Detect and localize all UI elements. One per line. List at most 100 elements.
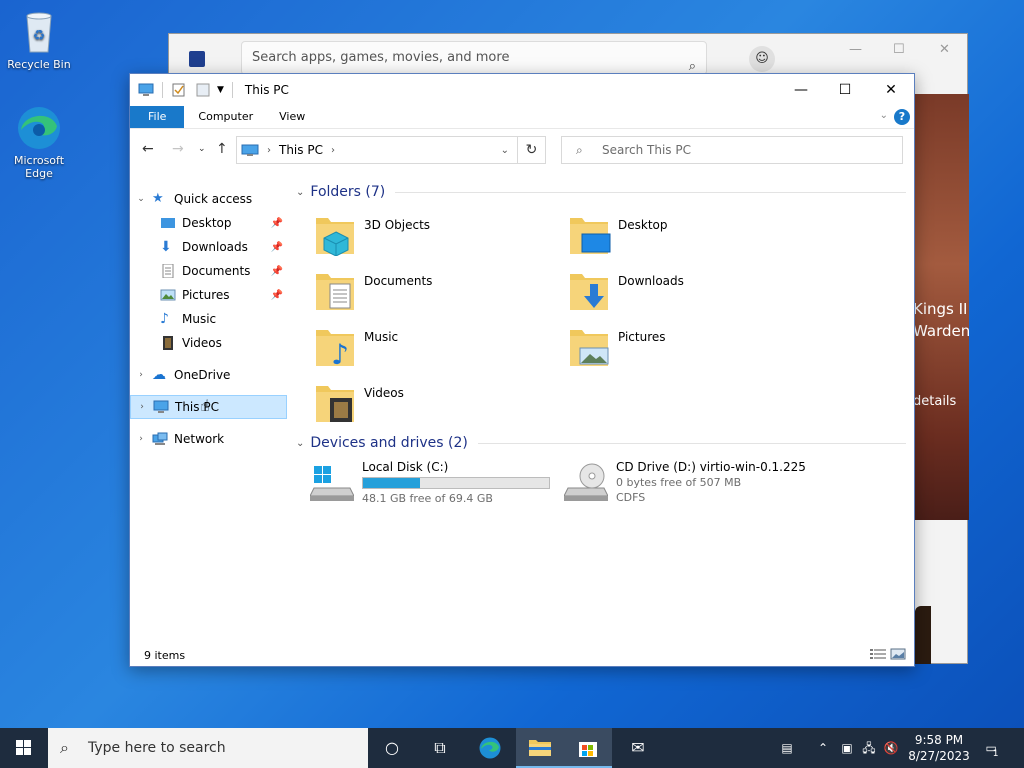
local-disk-icon [310, 466, 354, 501]
folder-item[interactable]: 3D Objects [302, 208, 542, 260]
hero-link[interactable]: details [913, 394, 956, 409]
up-icon[interactable]: ↑ [216, 141, 228, 157]
task-view-icon[interactable]: ⧉ [416, 728, 464, 768]
folder-item[interactable]: ♪ Music [302, 320, 542, 372]
cortana-icon[interactable]: ○ [368, 728, 416, 768]
folders-group-header[interactable]: ⌄ Folders (7) [296, 182, 906, 202]
store-taskbar-icon[interactable] [564, 728, 612, 768]
chevron-down-icon[interactable]: ⌄ [501, 145, 509, 156]
tab-file[interactable]: File [130, 106, 185, 128]
minimize-icon[interactable]: — [849, 42, 862, 57]
drives-group-header[interactable]: ⌄ Devices and drives (2) [296, 433, 906, 453]
minimize-button[interactable]: — [778, 74, 824, 106]
folder-item[interactable]: Pictures [556, 320, 796, 372]
tree-item-pictures[interactable]: Pictures 📌 [130, 283, 287, 307]
close-button[interactable]: ✕ [868, 74, 914, 106]
network-status-icon[interactable]: 🖧 [860, 728, 878, 768]
large-icons-view-icon[interactable] [890, 648, 906, 660]
file-explorer-window[interactable]: ▼ This PC — ☐ ✕ File Computer View ⌄ ? ←… [129, 73, 915, 667]
folder-item[interactable]: Downloads [556, 264, 796, 316]
start-button[interactable] [0, 728, 48, 768]
taskbar-search-input[interactable]: ⌕ Type here to search [48, 728, 368, 768]
search-icon: ⌕ [60, 738, 69, 757]
tree-label: This PC [175, 400, 219, 414]
title-bar: ▼ This PC — ☐ ✕ [130, 74, 914, 106]
pin-icon[interactable]: 📌 [271, 242, 283, 253]
group-label: Folders (7) [310, 184, 386, 200]
account-icon[interactable]: ☺ [749, 46, 775, 72]
pin-icon[interactable]: 📌 [271, 290, 283, 301]
tab-computer[interactable]: Computer [184, 106, 267, 128]
folder-name: Documents [364, 274, 433, 288]
tree-item-music[interactable]: ♪ Music [130, 307, 287, 331]
volume-muted-icon[interactable]: 🔇 [882, 728, 900, 768]
tree-item-downloads[interactable]: ⬇ Downloads 📌 [130, 235, 287, 259]
new-folder-icon[interactable] [195, 83, 211, 97]
expand-ribbon-icon[interactable]: ⌄ [880, 110, 888, 121]
store-search-placeholder: Search apps, games, movies, and more [252, 50, 510, 65]
system-clock[interactable]: 9:58 PM 8/27/2023 [906, 732, 972, 764]
store-search-input[interactable]: Search apps, games, movies, and more ⌕ [241, 41, 707, 75]
folder-name: Desktop [618, 218, 668, 232]
svg-text:♻: ♻ [33, 28, 46, 44]
recent-locations-icon[interactable]: ⌄ [198, 144, 206, 154]
chevron-right-icon[interactable]: › [130, 370, 152, 380]
notification-center-icon[interactable]: ▭1 [980, 728, 1008, 768]
pictures-folder-icon [570, 330, 609, 366]
maximize-button[interactable]: ☐ [822, 74, 868, 106]
edge-icon [15, 104, 63, 152]
folder-name: Pictures [618, 330, 666, 344]
pin-icon[interactable]: 📌 [271, 266, 283, 277]
address-bar[interactable]: › This PC › ⌄ [236, 136, 518, 164]
show-hidden-icons-icon[interactable]: ⌃ [814, 728, 832, 768]
file-explorer-taskbar-icon[interactable] [516, 728, 564, 768]
maximize-icon[interactable]: ☐ [893, 42, 905, 57]
chevron-right-icon[interactable]: › [130, 434, 152, 444]
edge-taskbar-icon[interactable] [466, 728, 514, 768]
help-icon[interactable]: ? [894, 109, 910, 125]
forward-icon[interactable]: → [172, 141, 184, 157]
chevron-right-icon[interactable]: › [331, 145, 335, 156]
desktop-icon-microsoft-edge[interactable]: Microsoft Edge [4, 104, 74, 180]
folder-name: Music [364, 330, 399, 344]
group-label: Devices and drives (2) [310, 435, 468, 451]
tree-item-network[interactable]: › Network [130, 427, 287, 451]
properties-icon[interactable] [171, 83, 187, 97]
store-hero-banner[interactable]: Kings II Warden details [913, 94, 970, 520]
chevron-down-icon[interactable]: ⌄ [296, 187, 304, 198]
folder-item[interactable]: Desktop [556, 208, 796, 260]
chevron-right-icon[interactable]: › [131, 402, 153, 412]
chevron-down-icon[interactable]: ⌄ [296, 438, 304, 449]
mail-icon[interactable]: ✉ [614, 728, 662, 768]
divider [477, 442, 906, 444]
tree-item-videos[interactable]: Videos [130, 331, 287, 355]
details-view-icon[interactable] [870, 648, 886, 660]
chevron-down-icon[interactable]: ⌄ [130, 194, 152, 204]
folder-item[interactable]: Documents [302, 264, 542, 316]
tree-item-documents[interactable]: Documents 📌 [130, 259, 287, 283]
back-icon[interactable]: ← [142, 141, 154, 157]
notification-count: 1 [992, 749, 999, 759]
drive-item-d[interactable]: CD Drive (D:) virtio-win-0.1.225 0 bytes… [556, 458, 856, 508]
desktop-icon-recycle-bin[interactable]: ♻ Recycle Bin [4, 8, 74, 71]
navigation-pane: ⌄ ★ Quick access Desktop 📌 ⬇ Downloads 📌… [130, 182, 290, 642]
tree-item-onedrive[interactable]: › ☁ OneDrive [130, 363, 287, 387]
news-widget-icon[interactable]: ▤ [772, 728, 802, 768]
close-icon[interactable]: ✕ [939, 42, 950, 57]
desktop-icon-label: Microsoft Edge [13, 154, 65, 180]
drive-item-c[interactable]: Local Disk (C:) 48.1 GB free of 69.4 GB [302, 458, 552, 508]
customize-toolbar-icon[interactable]: ▼ [217, 85, 224, 95]
chevron-right-icon[interactable]: › [267, 145, 271, 156]
search-input[interactable]: ⌕ Search This PC [561, 136, 903, 164]
address-path[interactable]: This PC [279, 143, 323, 157]
meet-now-icon[interactable]: ▣ [838, 728, 856, 768]
taskbar: ⌕ Type here to search ○ ⧉ ✉ ▤ ⌃ ▣ 🖧 🔇 9:… [0, 728, 1024, 768]
pin-icon[interactable]: 📌 [271, 218, 283, 229]
folder-item[interactable]: Videos [302, 376, 542, 428]
tree-item-desktop[interactable]: Desktop 📌 [130, 211, 287, 235]
refresh-button[interactable]: ↻ [518, 136, 546, 164]
store-promo-tile[interactable] [915, 606, 931, 664]
folder-name: Videos [364, 386, 404, 400]
tree-item-quick-access[interactable]: ⌄ ★ Quick access [130, 187, 287, 211]
tab-view[interactable]: View [267, 106, 319, 128]
